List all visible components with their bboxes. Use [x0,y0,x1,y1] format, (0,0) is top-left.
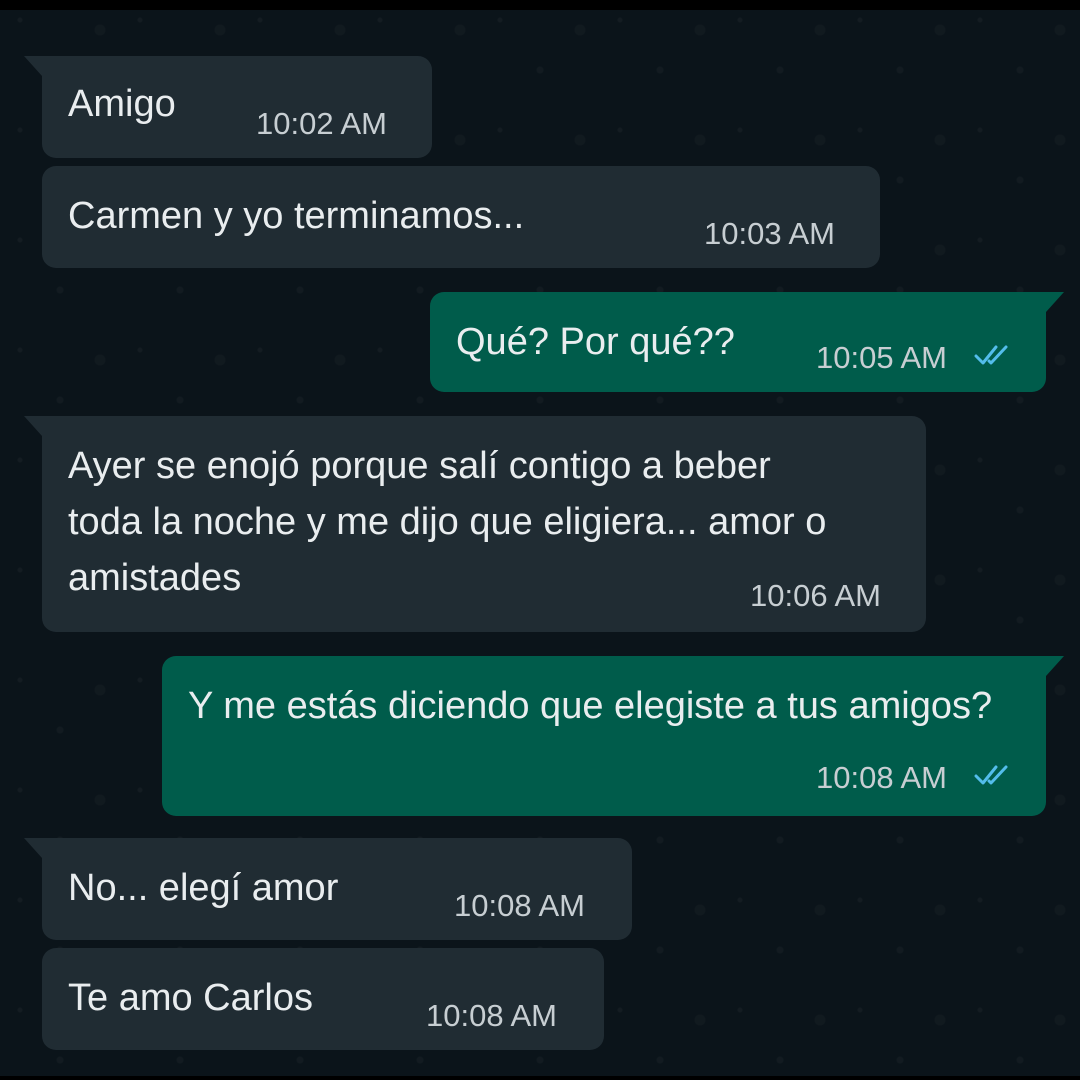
chat-area[interactable]: Amigo 10:02 AM Carmen y yo terminamos...… [0,0,1080,1080]
read-ticks-icon [974,765,1008,785]
message-time: 10:08 AM [454,888,585,923]
incoming-message[interactable]: Te amo Carlos 10:08 AM [42,948,604,1050]
message-text: Ayer se enojó porque salí contigo a bebe… [68,445,837,599]
message-time: 10:08 AM [816,760,947,795]
message-time: 10:06 AM [750,578,881,613]
outgoing-message[interactable]: Y me estás diciendo que elegiste a tus a… [162,656,1064,816]
incoming-message[interactable]: Ayer se enojó porque salí contigo a bebe… [24,416,926,632]
message-text: Amigo [68,83,176,125]
message-text: No... elegí amor [68,867,339,909]
message-text: Te amo Carlos [68,977,313,1019]
message-time: 10:03 AM [704,216,835,251]
message-time: 10:02 AM [256,106,387,141]
read-ticks-icon [974,345,1008,365]
message-text: Y me estás diciendo que elegiste a tus a… [188,685,993,727]
message-text: Qué? Por qué?? [456,321,735,363]
top-border [0,0,1080,10]
incoming-message[interactable]: No... elegí amor 10:08 AM [24,838,632,940]
message-time: 10:08 AM [426,998,557,1033]
incoming-message[interactable]: Carmen y yo terminamos... 10:03 AM [42,166,880,268]
outgoing-message[interactable]: Qué? Por qué?? 10:05 AM [430,292,1064,392]
incoming-message[interactable]: Amigo 10:02 AM [24,56,432,158]
message-time: 10:05 AM [816,340,947,375]
message-text: Carmen y yo terminamos... [68,195,525,237]
bottom-border [0,1076,1080,1080]
